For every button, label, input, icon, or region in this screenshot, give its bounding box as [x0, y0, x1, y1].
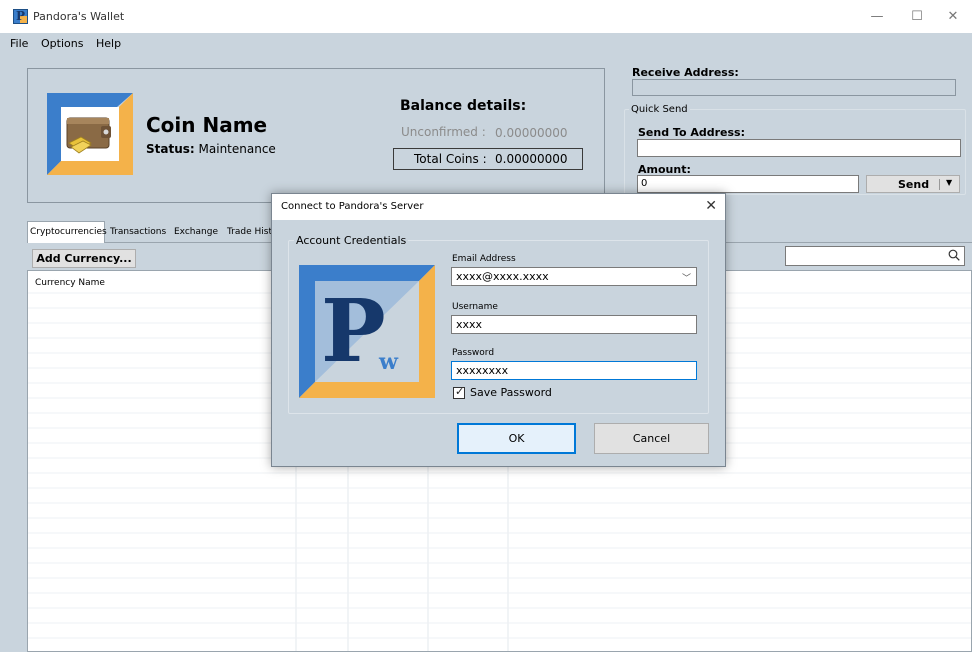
menu-bar: File Options Help — [0, 33, 972, 55]
dialog-title: Connect to Pandora's Server — [281, 201, 424, 212]
email-value: xxxx@xxxx.xxxx — [456, 270, 549, 283]
status-value: Maintenance — [198, 142, 276, 156]
checkmark-icon: ✓ — [455, 385, 465, 398]
unconfirmed-label: Unconfirmed : — [401, 125, 486, 139]
column-header-currency-name[interactable]: Currency Name — [35, 278, 105, 288]
svg-text:w: w — [378, 349, 399, 375]
app-logo-icon: P — [13, 9, 28, 24]
menu-help[interactable]: Help — [96, 37, 121, 50]
balance-title: Balance details: — [400, 98, 527, 114]
unconfirmed-value: 0.00000000 — [495, 126, 568, 140]
menu-options[interactable]: Options — [41, 37, 83, 50]
username-label: Username — [452, 302, 498, 312]
save-password-checkbox[interactable]: ✓ — [453, 385, 465, 399]
maximize-button[interactable]: ☐ — [898, 0, 936, 33]
password-label: Password — [452, 348, 495, 358]
minimize-button[interactable]: — — [858, 0, 896, 33]
send-to-address-input[interactable] — [637, 139, 961, 157]
email-combobox[interactable]: xxxx@xxxx.xxxx ﹀ — [451, 267, 697, 286]
send-button[interactable]: Send ▼ — [866, 175, 960, 193]
total-coins-value: 0.00000000 — [495, 152, 568, 166]
coin-status: Status: Maintenance — [146, 142, 276, 156]
svg-text:P: P — [321, 281, 386, 382]
tab-transactions[interactable]: Transactions — [108, 224, 168, 242]
receive-address-label: Receive Address: — [632, 66, 739, 79]
tab-trade-history[interactable]: Trade Hist — [225, 224, 274, 242]
save-password-label[interactable]: Save Password — [470, 386, 552, 399]
menu-file[interactable]: File — [10, 37, 28, 50]
window-title: Pandora's Wallet — [33, 10, 125, 23]
coin-name: Coin Name — [146, 113, 268, 137]
tab-cryptocurrencies[interactable]: Cryptocurrencies — [27, 221, 107, 243]
tab-exchange[interactable]: Exchange — [172, 224, 220, 242]
chevron-down-icon[interactable]: ﹀ — [682, 271, 691, 284]
amount-input[interactable]: 0 — [637, 175, 859, 193]
dialog-title-bar: Connect to Pandora's Server ✕ — [272, 194, 725, 220]
cancel-button[interactable]: Cancel — [594, 423, 709, 454]
title-bar: P Pandora's Wallet — ☐ ✕ — [0, 0, 972, 33]
send-dropdown-icon[interactable]: ▼ — [946, 178, 952, 187]
wallet-coin-icon — [47, 93, 133, 175]
receive-address-field[interactable] — [632, 79, 956, 96]
email-label: Email Address — [452, 254, 516, 264]
ok-button[interactable]: OK — [457, 423, 576, 454]
pandoras-wallet-logo: P w — [299, 265, 435, 398]
connect-server-dialog: Connect to Pandora's Server ✕ Account Cr… — [271, 193, 726, 467]
add-currency-button[interactable]: Add Currency... — [32, 249, 136, 268]
quick-send-legend: Quick Send — [629, 104, 690, 115]
password-input[interactable]: xxxxxxxx — [451, 361, 697, 380]
total-coins-label: Total Coins : — [414, 152, 487, 166]
send-button-label: Send — [898, 178, 930, 191]
close-button[interactable]: ✕ — [934, 0, 972, 33]
account-credentials-legend: Account Credentials — [294, 234, 409, 247]
search-input[interactable] — [785, 246, 965, 266]
send-button-separator — [939, 179, 940, 190]
dialog-close-button[interactable]: ✕ — [705, 198, 717, 214]
search-icon[interactable] — [948, 249, 960, 261]
username-input[interactable]: xxxx — [451, 315, 697, 334]
status-label: Status: — [146, 142, 195, 156]
send-to-address-label: Send To Address: — [638, 126, 745, 139]
